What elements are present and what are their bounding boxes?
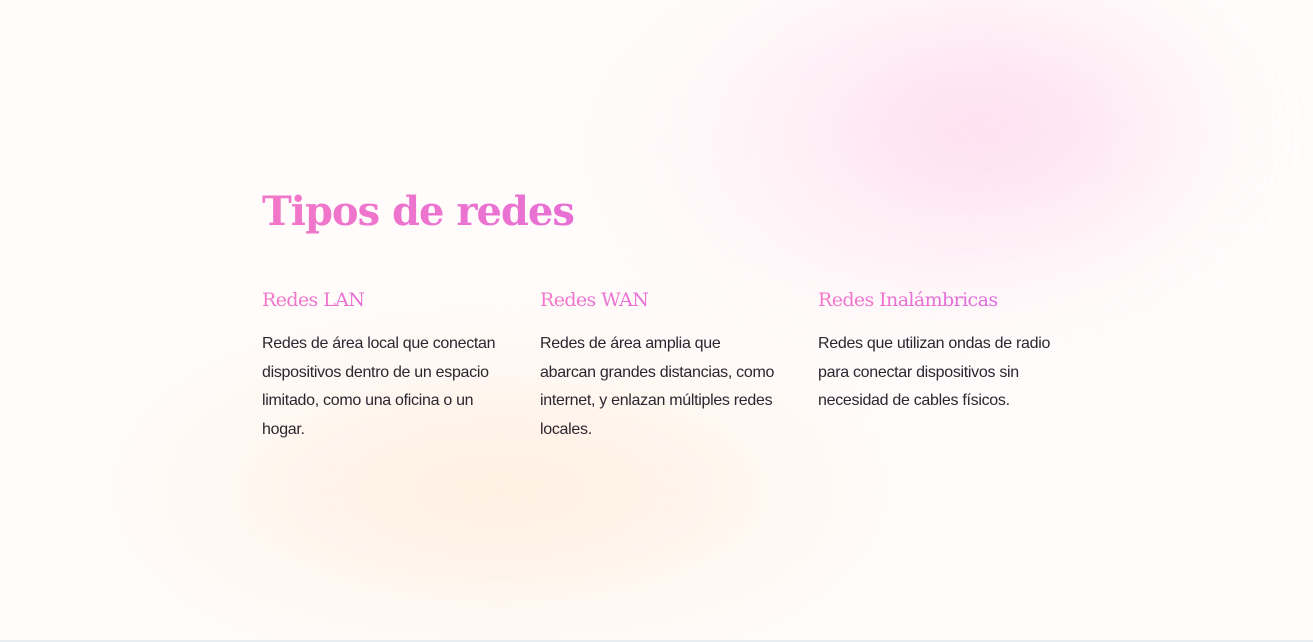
card-description: Redes de área local que conectan disposi… — [262, 335, 496, 438]
card-title: Redes LAN — [262, 284, 502, 316]
network-types-section: Tipos de redes Redes LAN Redes de área l… — [262, 184, 1062, 438]
section-title: Tipos de redes — [262, 184, 1062, 240]
card-description: Redes de área amplia que abarcan grandes… — [540, 335, 775, 438]
card-title: Redes WAN — [540, 284, 780, 316]
card-wan: Redes WAN Redes de área amplia que abarc… — [540, 284, 780, 444]
card-title: Redes Inalámbricas — [818, 284, 1058, 316]
card-description: Redes que utilizan ondas de radio para c… — [818, 335, 1051, 409]
card-lan: Redes LAN Redes de área local que conect… — [262, 284, 502, 444]
card-wireless: Redes Inalámbricas Redes que utilizan on… — [818, 284, 1058, 416]
